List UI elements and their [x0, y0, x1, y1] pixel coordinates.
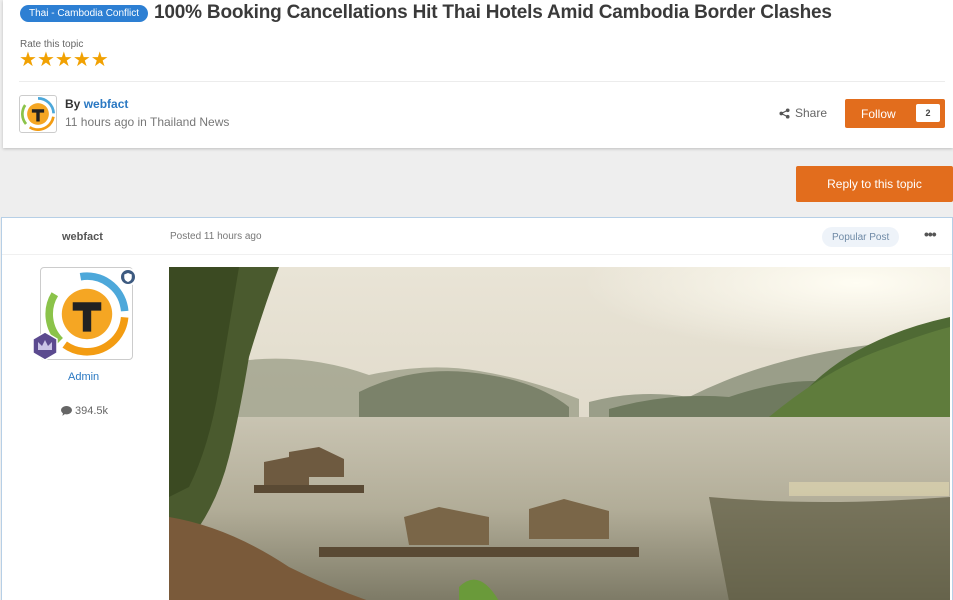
post-card: webfact Posted 11 hours ago Popular Post… [1, 217, 953, 600]
poster-name[interactable]: webfact [62, 231, 103, 243]
topic-meta: 11 hours ago in Thailand News [65, 115, 229, 129]
follow-count: 2 [916, 104, 940, 122]
site-logo-icon [21, 97, 55, 131]
topic-tag[interactable]: Thai - Cambodia Conflict [20, 4, 149, 22]
star-icon[interactable]: ★ [37, 50, 55, 70]
topic-header: Thai - Cambodia Conflict 100% Booking Ca… [3, 0, 953, 148]
moderator-shield-icon [119, 268, 137, 286]
star-icon[interactable]: ★ [91, 50, 109, 70]
popular-badge: Popular Post [822, 227, 900, 247]
time-ago: 11 hours ago [65, 115, 135, 129]
post-image[interactable] [169, 267, 950, 600]
divider [19, 81, 945, 82]
in-word: in [137, 115, 147, 129]
share-label: Share [795, 106, 828, 120]
reply-button[interactable]: Reply to this topic [796, 166, 953, 202]
follow-label: Follow [861, 106, 896, 121]
crown-badge-icon [32, 331, 58, 361]
posted-time[interactable]: Posted 11 hours ago [170, 231, 262, 242]
follow-button[interactable]: Follow 2 [845, 99, 945, 128]
member-rank: Admin [68, 371, 100, 383]
share-icon [779, 107, 790, 119]
author-link[interactable]: webfact [84, 97, 129, 111]
lake-landscape-image [169, 267, 950, 600]
comment-icon [61, 406, 72, 416]
ellipsis-icon[interactable]: ••• [924, 226, 937, 242]
rating-stars[interactable]: ★ ★ ★ ★ ★ [19, 50, 109, 70]
page-title: 100% Booking Cancellations Hit Thai Hote… [154, 2, 832, 23]
post-count-value: 394.5k [75, 405, 109, 417]
share-button[interactable]: Share [779, 106, 827, 120]
author-avatar[interactable] [19, 95, 57, 133]
by-line: By webfact [65, 97, 128, 111]
star-icon[interactable]: ★ [19, 50, 37, 70]
post-header: webfact Posted 11 hours ago Popular Post… [2, 218, 952, 255]
post-count: 394.5k [61, 405, 108, 417]
by-prefix: By [65, 97, 81, 111]
title-row: Thai - Cambodia Conflict 100% Booking Ca… [20, 2, 832, 24]
star-icon[interactable]: ★ [55, 50, 73, 70]
forum-link[interactable]: Thailand News [150, 115, 229, 129]
star-icon[interactable]: ★ [73, 50, 91, 70]
